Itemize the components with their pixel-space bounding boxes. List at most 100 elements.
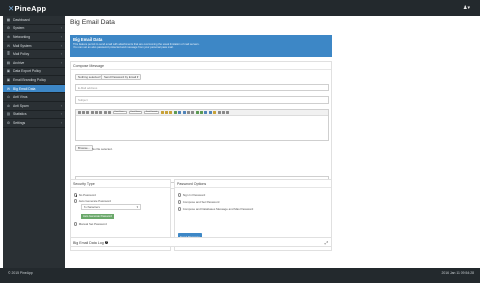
chevron-left-icon: ‹ [60,103,62,108]
bold-icon[interactable] [77,110,81,114]
sidebar-item-big-email-data[interactable]: ✉ Big Email Data [3,84,65,94]
copy-icon[interactable] [164,110,168,114]
sidebar-item-label: Big Email Data [13,86,36,91]
log-heading: Big Email Data Log [73,240,104,245]
sidebar-item-icon: ▦ [6,17,11,22]
sidebar-item-anti-virus[interactable]: ⊙ Anti Virus [3,93,65,102]
outdent-icon[interactable] [186,110,190,114]
help-icon[interactable]: ? [104,240,109,245]
radio-no-password-label: No Password [78,193,96,197]
sidebar-item-mail-policy[interactable]: ≣ Mail Policy ‹ [3,50,65,59]
font-family-select[interactable]: Font Fam... [112,110,128,114]
link-icon[interactable] [204,110,208,114]
option-2-label: Compose and Set Password [182,200,220,204]
option-row-2[interactable]: Compose and Set Password [178,200,219,204]
page-title: Big Email Data [70,19,115,26]
checkbox-icon[interactable] [178,193,182,197]
sidebar-item-label: Statistics [13,112,27,117]
unlink-icon[interactable] [208,110,212,114]
compose-heading: Compose Message [71,62,331,70]
sidebar-item-icon: ⊙ [6,95,10,100]
generate-password-button[interactable]: Auto Generate Password [81,214,114,219]
copyright-text: © 2015 PineApp [8,271,33,275]
chevron-left-icon: ‹ [60,120,62,125]
bullet-list-icon[interactable] [178,110,182,114]
radio-manual-label: Manual Set Password [78,222,107,226]
image-icon[interactable] [213,110,217,114]
option-row-3[interactable]: Compose and Databases Message and Mas Pa… [178,207,253,211]
align-right-icon[interactable] [103,110,107,114]
email-log-panel: Big Email Data Log ? ⤢ [70,237,332,247]
source-code-icon[interactable] [226,110,230,114]
option-row-1[interactable]: Sign In Password [178,193,205,197]
options-heading: Password Options [175,180,331,188]
sidebar-item-label: Mail Policy [13,52,30,57]
to-address-input[interactable]: E-Mail address [75,84,329,91]
checkbox-icon[interactable] [178,207,182,211]
text-color-icon[interactable] [217,110,221,114]
sidebar-item-dashboard[interactable]: ▦ Dashboard [3,16,65,25]
log-heading-row: Big Email Data Log ? [71,238,331,247]
table-icon[interactable] [222,110,226,114]
sidebar-item-anti-spam[interactable]: ⊘ Anti Spam ‹ [3,102,65,111]
redo-icon[interactable] [200,110,204,114]
sidebar-item-icon: ▣ [6,69,11,74]
strikethrough-icon[interactable] [90,110,94,114]
info-banner: Big Email Data This feature permit to se… [70,35,332,57]
numbered-list-icon[interactable] [182,110,186,114]
editor-toolbar: Font Fam... Font Sizes Font Format [76,110,328,116]
sidebar-item-icon: ✉ [6,86,10,91]
italic-icon[interactable] [81,110,85,114]
expand-icon[interactable]: ⤢ [325,240,328,245]
sidebar-item-icon: ⊕ [6,34,10,39]
option-3-label: Compose and Databases Message and Mas Pa… [182,207,254,211]
radio-no-password[interactable]: No Password [74,193,96,197]
sidebar-item-icon: ▣ [6,77,11,82]
radio-icon[interactable] [74,222,78,226]
sidebar-item-data-export-policy[interactable]: ▣ Data Export Policy [3,68,65,77]
radio-icon[interactable] [74,199,78,203]
sidebar-item-icon: ▥ [6,112,11,117]
sidebar-item-icon: ≣ [6,52,10,57]
user-menu-icon[interactable]: ♟▾ [463,5,470,11]
password-length-select[interactable]: 6 characters ▾ [81,204,141,210]
radio-auto-generate[interactable]: Auto Generate Password [74,199,111,203]
sidebar-item-label: System [13,26,25,31]
message-editor[interactable]: Font Fam... Font Sizes Font Format [75,109,329,141]
cut-icon[interactable] [160,110,164,114]
select-arrow-icon: ▾ [136,205,138,209]
sidebar-item-statistics[interactable]: ▥ Statistics ‹ [3,111,65,120]
sidebar-item-label: Data Export Policy [13,69,41,74]
sidebar-item-icon: ✉ [6,43,10,48]
font-size-select[interactable]: Font Sizes [128,110,143,114]
pineapp-logo[interactable]: ✕PineApp [8,4,46,13]
subject-input[interactable]: Subject [75,96,329,104]
underline-icon[interactable] [86,110,90,114]
send-password-dropdown[interactable]: Send Password by Email ▾ [101,74,142,80]
sidebar-item-label: Anti Spam [13,103,29,108]
sidebar-item-mail-system[interactable]: ✉ Mail System ‹ [3,42,65,51]
undo-icon[interactable] [195,110,199,114]
datetime-text: 2016 Jan 11 09:54:28 [441,271,474,275]
sidebar-item-system[interactable]: ⚙ System ‹ [3,25,65,34]
checkbox-icon[interactable] [178,200,182,204]
align-left-icon[interactable] [95,110,99,114]
indent-icon[interactable] [191,110,195,114]
sidebar-item-settings[interactable]: ⚙ Settings ‹ [3,119,65,128]
find-icon[interactable] [173,110,177,114]
align-center-icon[interactable] [99,110,103,114]
font-format-select[interactable]: Font Format [143,110,160,114]
sidebar-item-email-branding-policy[interactable]: ▣ Email Branding Policy [3,76,65,85]
sidebar-item-label: Mail System [13,43,32,48]
sidebar-item-label: Networking [13,34,30,39]
sidebar-item-archive[interactable]: ▤ Archive ‹ [3,59,65,68]
radio-selected-icon[interactable] [74,193,78,197]
browse-button[interactable]: Browse... [75,145,94,151]
paste-icon[interactable] [169,110,173,114]
sidebar-item-label: Archive [13,60,25,65]
password-length-value: 6 characters [84,205,100,209]
justify-icon[interactable] [108,110,112,114]
radio-manual-password[interactable]: Manual Set Password [74,222,107,226]
info-title: Big Email Data [73,37,103,42]
sidebar-item-networking[interactable]: ⊕ Networking ‹ [3,33,65,42]
